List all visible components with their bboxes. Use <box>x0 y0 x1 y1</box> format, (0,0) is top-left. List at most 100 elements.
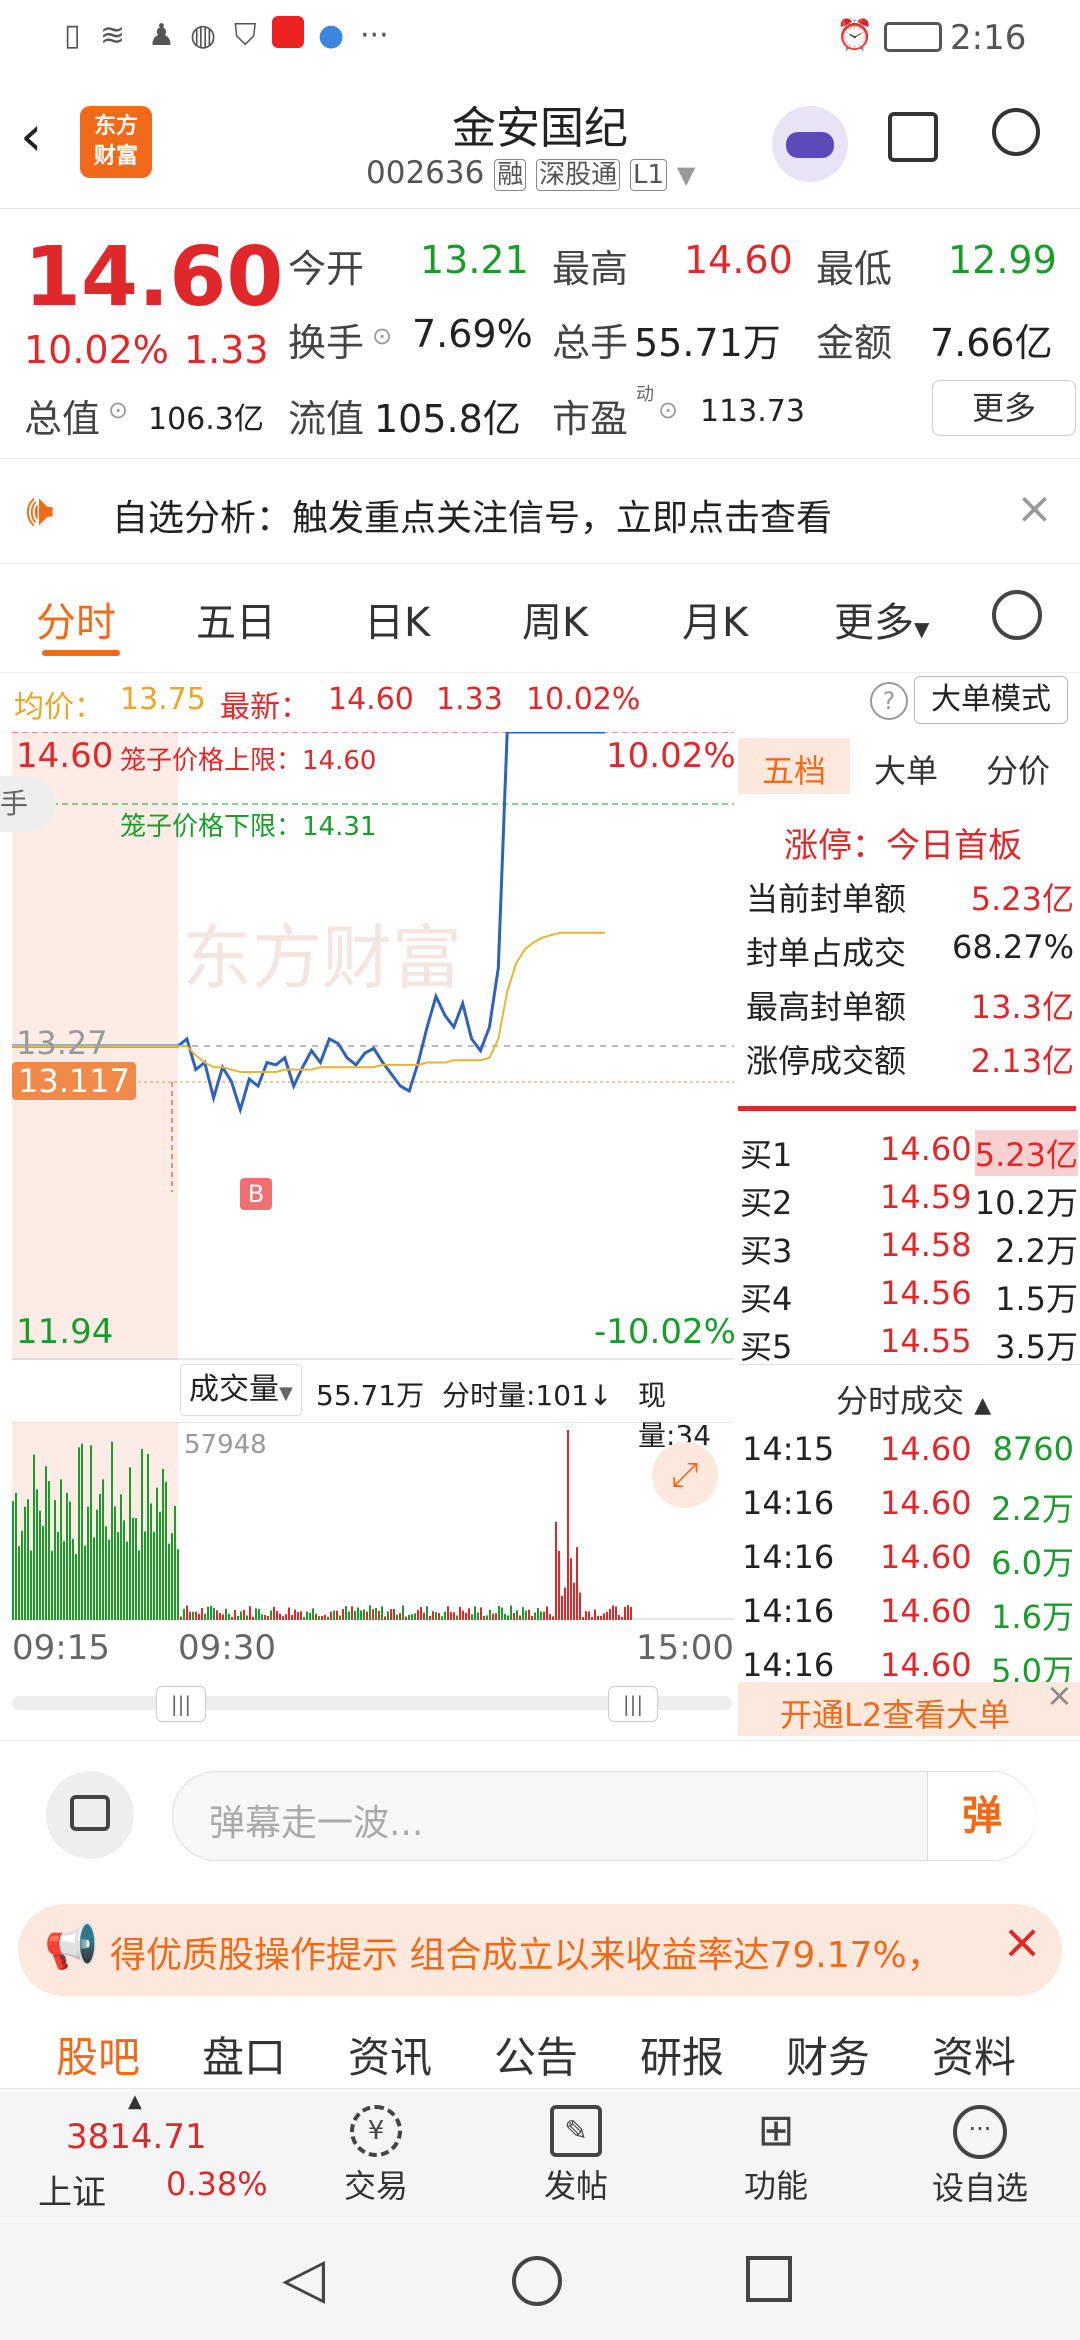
intraday-chart[interactable]: 东方财富 14.60 10.02% 笼子价格上限：14.60 笼子价格下限：14… <box>0 732 736 1360</box>
tick-volume: 8760 <box>992 1430 1074 1468</box>
volume-bar <box>237 1615 239 1620</box>
volume-bar <box>135 1517 137 1620</box>
volume-bar <box>276 1611 278 1620</box>
volume-bar <box>234 1609 236 1620</box>
info-icon[interactable]: ⊙ <box>372 322 392 350</box>
bottom-pct-label: -10.02% <box>594 1312 736 1352</box>
buy-marker-badge[interactable]: B <box>240 1178 272 1210</box>
volume-bar <box>420 1607 422 1620</box>
tab-daily[interactable]: 日K <box>364 590 430 648</box>
volume-bar <box>564 1587 566 1620</box>
l2-upsell[interactable]: 开通L2查看大单 × <box>738 1676 1080 1736</box>
tab-research[interactable]: 研报 <box>640 2024 724 2085</box>
stat-value: 2.13亿 <box>970 1042 1074 1080</box>
tab-forum[interactable]: 股吧 <box>56 2024 140 2085</box>
volume-bar <box>219 1613 221 1620</box>
volume-bar <box>444 1611 446 1620</box>
volume-bar <box>507 1615 509 1620</box>
settings-gear-icon[interactable] <box>992 590 1042 640</box>
search-icon[interactable] <box>992 108 1040 156</box>
robot-avatar-icon[interactable] <box>772 106 848 182</box>
range-handle-right[interactable]: ||| <box>608 1686 658 1722</box>
volume-bar <box>390 1609 392 1620</box>
volume-bar <box>630 1606 632 1620</box>
system-back-icon[interactable]: ◁ <box>282 2246 325 2311</box>
nav-post[interactable]: ✎ 发帖 <box>506 2105 646 2207</box>
tab-order-book[interactable]: 盘口 <box>202 2024 286 2085</box>
side-pull-tab[interactable]: 手 <box>0 776 56 832</box>
turnover-value: 7.69% <box>412 312 533 356</box>
tab-announcements[interactable]: 公告 <box>494 2024 578 2085</box>
volume-label: 总手 <box>552 321 629 365</box>
info-icon[interactable]: ⊙ <box>658 396 678 424</box>
volume-bar <box>426 1606 428 1620</box>
range-handle-left[interactable]: ||| <box>156 1686 206 1722</box>
index-widget[interactable]: ▲ 3814.71 上证 0.38% <box>30 2091 268 2215</box>
divider <box>738 1364 1080 1365</box>
tick-volume: 1.6万 <box>991 1598 1074 1636</box>
top-price-label: 14.60 <box>16 736 114 776</box>
comment-input[interactable]: 弹幕走一波... 弹 <box>172 1771 1036 1861</box>
volume-bar <box>306 1611 308 1620</box>
tab-monthly[interactable]: 月K <box>682 590 748 648</box>
tab-5day[interactable]: 五日 <box>196 590 276 648</box>
volume-bar <box>606 1611 608 1620</box>
share-icon[interactable] <box>888 112 938 162</box>
volume-bar <box>39 1510 41 1620</box>
nav-functions[interactable]: ⊞ 功能 <box>706 2105 846 2207</box>
volume-bar <box>555 1521 557 1620</box>
tab-intraday[interactable]: 分时 <box>36 590 116 648</box>
tab-profile[interactable]: 资料 <box>932 2024 1016 2085</box>
help-icon[interactable]: ? <box>870 682 908 720</box>
tick-price: 14.60 <box>880 1484 972 1522</box>
volume-selector-label: 成交量 <box>189 1372 279 1407</box>
close-icon[interactable]: × <box>1046 1676 1073 1714</box>
nav-add-watchlist[interactable]: ··· 设自选 <box>910 2105 1050 2209</box>
volume-bar <box>168 1543 170 1620</box>
volume-bar <box>255 1608 257 1620</box>
tab-more[interactable]: 更多▼ <box>834 590 929 648</box>
volume-bar <box>351 1606 353 1620</box>
nav-trade-label: 交易 <box>343 2167 408 2205</box>
volume-bar <box>333 1610 335 1620</box>
promo-banner[interactable]: 📢 得优质股操作提示 组合成立以来收益率达79.17%， × <box>18 1904 1062 1996</box>
tab-financials[interactable]: 财务 <box>786 2024 870 2085</box>
dropdown-icon[interactable]: ▼ <box>677 161 695 189</box>
nav-trade[interactable]: ¥ 交易 <box>306 2105 446 2207</box>
high-label: 最高 <box>552 247 629 291</box>
volume-bar <box>330 1611 332 1620</box>
tick-price: 14.60 <box>880 1538 972 1576</box>
danmaku-button[interactable]: 弹 <box>927 1772 1036 1860</box>
tab-price-dist[interactable]: 分价 <box>986 746 1050 792</box>
large-order-mode-button[interactable]: 大单模式 <box>914 676 1068 724</box>
system-home-icon[interactable] <box>512 2256 562 2306</box>
more-button[interactable]: 更多 <box>932 380 1076 436</box>
notice-bar[interactable]: 🕪 自选分析：触发重点关注信号，立即点击查看 × <box>0 458 1080 564</box>
tab-five-levels[interactable]: 五档 <box>762 746 826 792</box>
tab-more-label: 更多 <box>834 600 914 646</box>
volume-bar <box>273 1606 275 1620</box>
chat-settings-icon[interactable] <box>46 1771 134 1859</box>
expand-icon[interactable]: ⤢ <box>652 1442 718 1508</box>
info-icon[interactable]: ⊙ <box>108 396 128 424</box>
close-icon[interactable]: × <box>1016 483 1053 534</box>
cage-lower-value: 14.31 <box>302 812 377 842</box>
ticks-title[interactable]: 分时成交 ▲ <box>836 1376 991 1422</box>
tick-time: 14:16 <box>742 1592 835 1630</box>
volume-bar <box>324 1614 326 1620</box>
tab-news[interactable]: 资讯 <box>348 2024 432 2085</box>
volume-bar <box>489 1609 491 1620</box>
volume-bar <box>321 1616 323 1620</box>
volume-bar <box>513 1612 515 1620</box>
volume-bar <box>186 1605 188 1620</box>
volume-selector[interactable]: 成交量▼ <box>180 1364 302 1416</box>
tab-large-orders[interactable]: 大单 <box>874 746 938 792</box>
system-recents-icon[interactable] <box>746 2256 792 2302</box>
volume-bar <box>504 1613 506 1620</box>
tab-weekly[interactable]: 周K <box>522 590 588 648</box>
volume-bar <box>180 1616 182 1620</box>
order-book-panel: 五档 大单 分价 涨停：今日首板 当前封单额 5.23亿 封单占成交 68.27% … <box>738 732 1080 1736</box>
volume-bar <box>69 1501 71 1620</box>
close-icon[interactable]: × <box>1002 1914 1042 1970</box>
pe-value: 113.73 <box>700 394 805 429</box>
